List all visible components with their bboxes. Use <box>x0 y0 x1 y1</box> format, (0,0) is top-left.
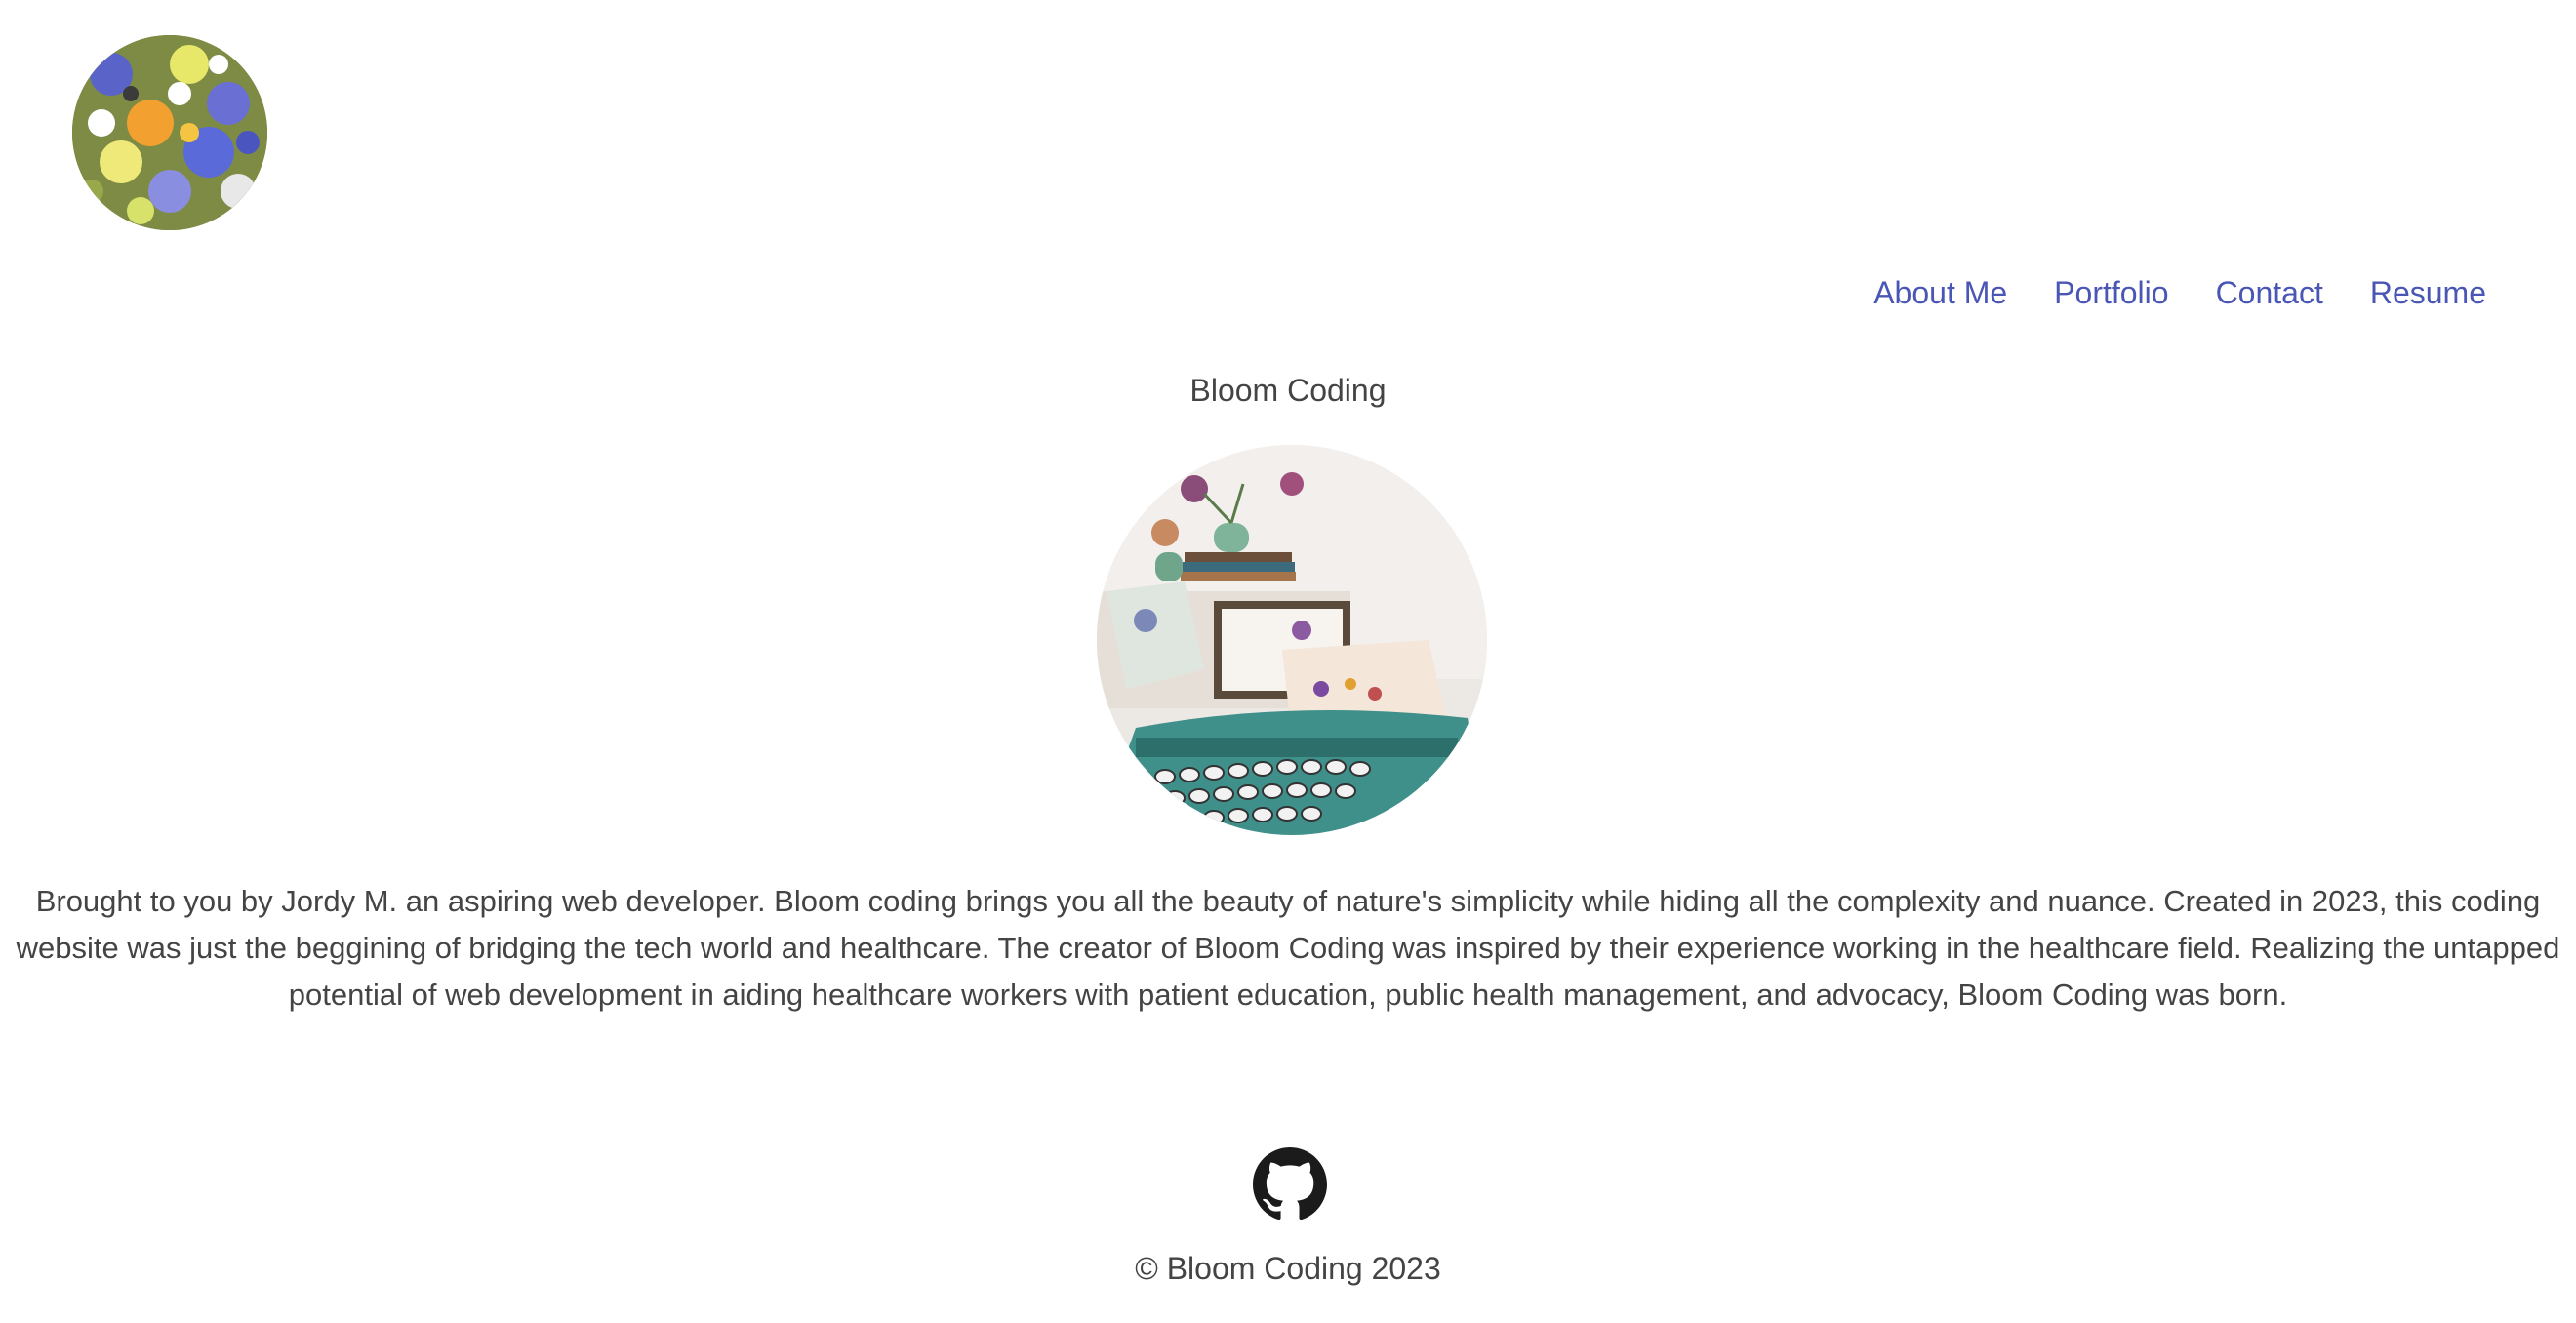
site-logo[interactable] <box>72 35 267 230</box>
nav-link-resume[interactable]: Resume <box>2370 273 2486 312</box>
hero-image <box>1097 445 1487 835</box>
flower-meadow-logo <box>72 35 267 230</box>
bio-paragraph: Brought to you by Jordy M. an aspiring w… <box>16 884 2560 1012</box>
github-icon <box>1253 1147 1327 1221</box>
nav-link-portfolio[interactable]: Portfolio <box>2054 273 2168 312</box>
main-nav: About Me Portfolio Contact Resume <box>1873 273 2486 312</box>
page-title: Bloom Coding <box>1189 373 1387 408</box>
nav-link-about-me[interactable]: About Me <box>1873 273 2007 312</box>
typewriter-image <box>1097 445 1487 835</box>
github-link[interactable] <box>1253 1147 1327 1222</box>
nav-link-contact[interactable]: Contact <box>2216 273 2323 312</box>
footer-copyright: © Bloom Coding 2023 <box>1135 1251 1441 1286</box>
